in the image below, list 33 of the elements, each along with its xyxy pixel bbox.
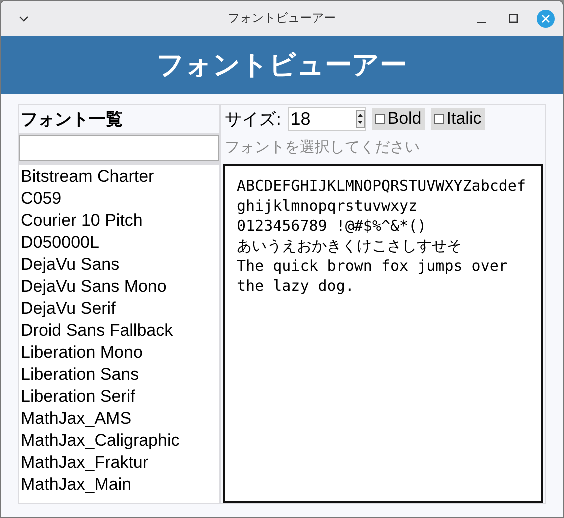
font-list-item[interactable]: MathJax_Main <box>19 474 219 496</box>
font-list-item[interactable]: Liberation Mono <box>19 342 219 364</box>
maximize-icon[interactable] <box>509 14 518 23</box>
font-list-item[interactable]: DejaVu Serif <box>19 298 219 320</box>
bold-checkbox[interactable]: Bold <box>372 108 425 130</box>
spin-arrows-icon[interactable] <box>356 110 365 128</box>
preview-text: 0123456789 !@#$%^&*() <box>237 216 428 236</box>
font-list-item[interactable]: Liberation Sans <box>19 364 219 386</box>
font-list-item[interactable]: C059 <box>19 188 219 210</box>
chevron-down-icon[interactable] <box>19 16 29 22</box>
close-icon[interactable] <box>537 10 555 28</box>
app-title: フォントビューアー <box>157 49 407 83</box>
font-list-item[interactable]: Bitstream Charter <box>19 166 219 188</box>
font-list-item[interactable]: DejaVu Sans Mono <box>19 276 219 298</box>
status-message: フォントを選択してください <box>225 138 420 156</box>
preview-text: あいうえおかきくけこさしすせそ <box>237 236 463 256</box>
font-list-item[interactable]: Courier 10 Pitch <box>19 210 219 232</box>
preview-text: The quick brown fox jumps over the lazy dog. <box>237 256 509 296</box>
minimize-icon[interactable] <box>477 22 486 24</box>
font-list-item[interactable]: D050000L <box>19 232 219 254</box>
preview-text: ABCDEFGHIJKLMNOPQRSTUVWXYZabcdefghijklmnopqrstuvwxyz <box>237 176 527 216</box>
font-list-item[interactable]: MathJax_Fraktur <box>19 452 219 474</box>
italic-checkbox[interactable]: Italic <box>430 108 485 130</box>
font-list-title: フォント一覧 <box>21 108 123 130</box>
font-list-item[interactable]: Liberation Serif <box>19 386 219 408</box>
font-list-item[interactable]: MathJax_AMS <box>19 408 219 430</box>
search-field[interactable] <box>19 135 219 161</box>
window-title: フォントビューアー <box>228 10 336 27</box>
font-list-item[interactable]: Droid Sans Fallback <box>19 320 219 342</box>
size-label: サイズ: <box>225 108 282 130</box>
size-spinbox[interactable]: 18 <box>288 107 366 131</box>
font-list-item[interactable]: DejaVu Sans <box>19 254 219 276</box>
font-list-item[interactable]: MathJax_Caligraphic <box>19 430 219 452</box>
